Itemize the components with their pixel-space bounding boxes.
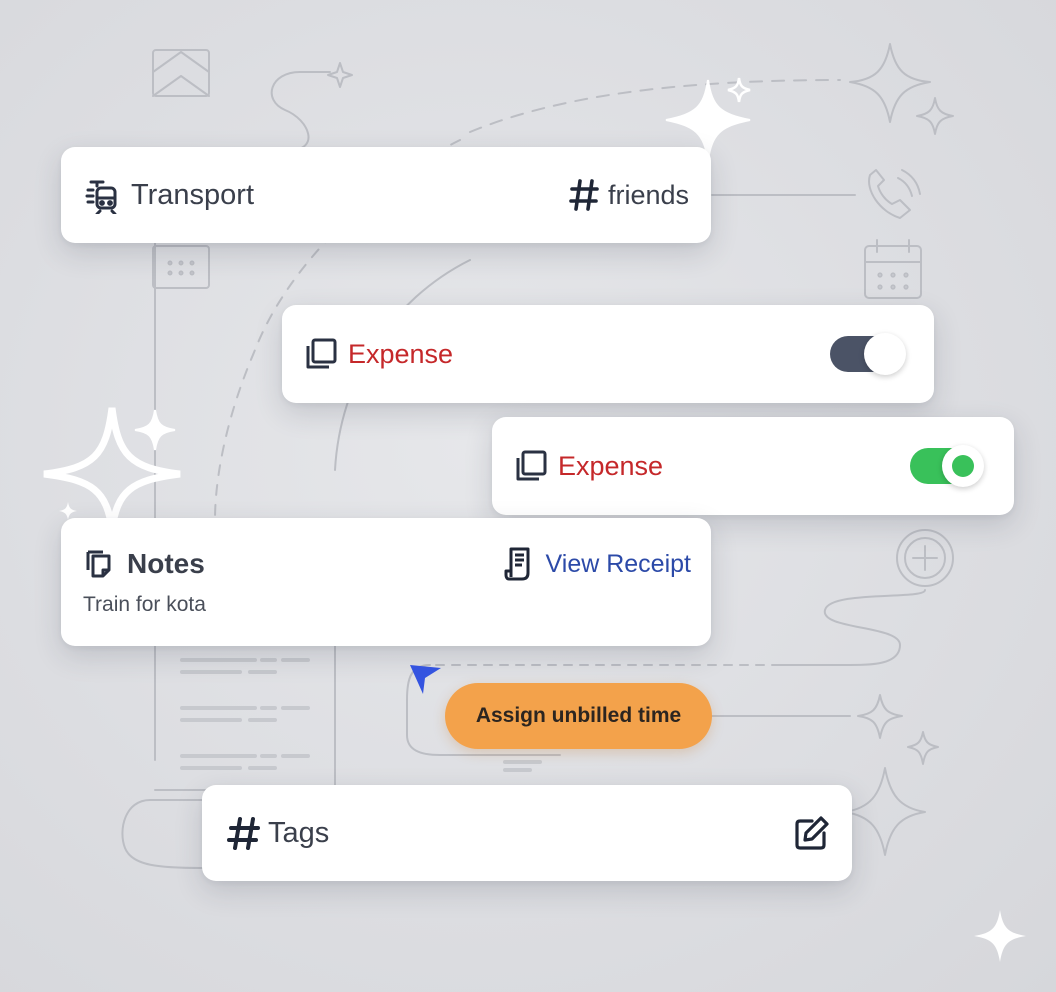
expense-card[interactable]: Expense xyxy=(282,305,934,403)
calendar-icon xyxy=(152,245,210,289)
notes-text: Train for kota xyxy=(83,593,206,616)
hash-icon xyxy=(568,178,600,212)
expense-toggle[interactable] xyxy=(830,333,906,375)
cursor-icon xyxy=(410,665,441,694)
transport-card[interactable]: Transport friends xyxy=(61,147,711,243)
assign-unbilled-time-button[interactable]: Assign unbilled time xyxy=(445,683,712,749)
envelope-icon xyxy=(152,49,210,97)
expense-label: Expense xyxy=(558,450,664,481)
tags-label: Tags xyxy=(268,816,330,849)
train-icon xyxy=(83,176,121,214)
receipt-icon xyxy=(504,547,534,581)
toggle-knob xyxy=(942,445,984,487)
tag-label: friends xyxy=(607,179,689,210)
notes-card[interactable]: Notes View Receipt Train for kota xyxy=(61,518,711,646)
transport-label: Transport xyxy=(131,178,255,211)
edit-icon[interactable] xyxy=(794,815,830,851)
expense-card[interactable]: Expense xyxy=(492,417,1014,515)
expense-label: Expense xyxy=(348,338,454,369)
hash-icon xyxy=(226,815,262,851)
view-receipt-link[interactable]: View Receipt xyxy=(504,547,691,581)
tags-card[interactable]: Tags xyxy=(202,785,852,881)
expense-toggle[interactable] xyxy=(910,445,984,487)
copy-icon xyxy=(514,449,548,483)
copy-icon xyxy=(304,337,338,371)
toggle-knob xyxy=(864,333,906,375)
calendar-icon xyxy=(864,239,922,299)
sparkle-icon xyxy=(43,407,181,529)
notes-icon xyxy=(83,548,115,580)
phone-icon xyxy=(868,169,921,219)
sparkle-icon xyxy=(974,910,1026,962)
add-circle-icon xyxy=(896,529,954,587)
view-receipt-label: View Receipt xyxy=(545,549,691,578)
notes-title: Notes xyxy=(127,548,205,579)
